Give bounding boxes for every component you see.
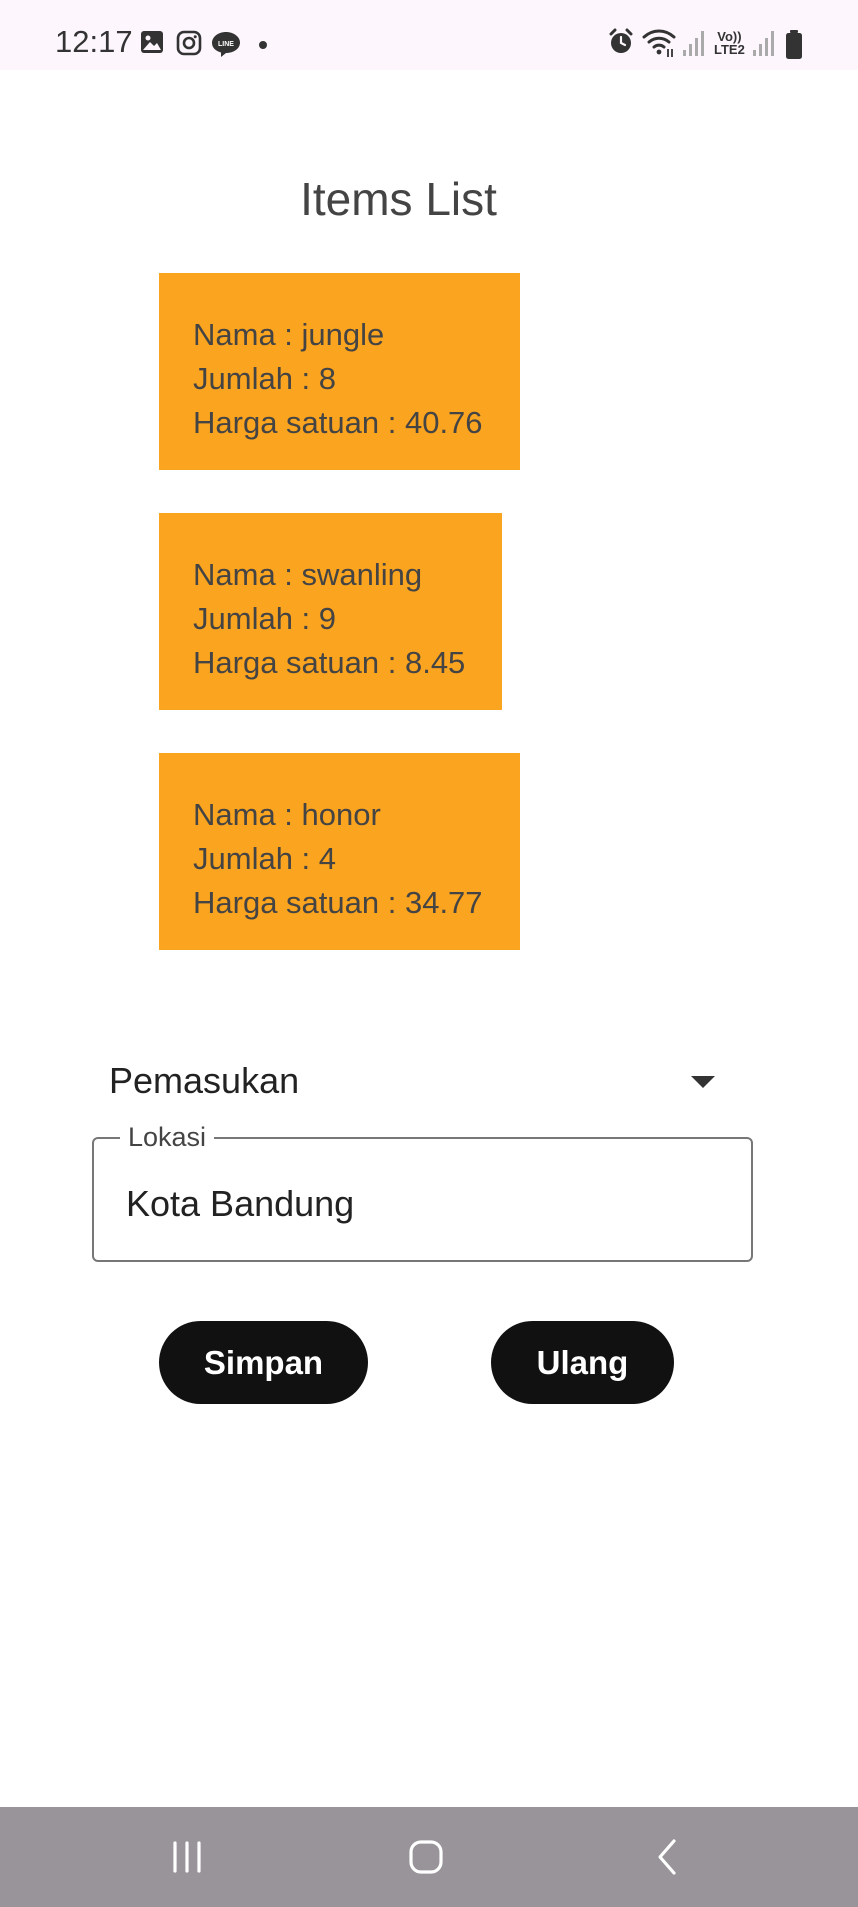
dropdown-arrow-icon [691,1076,715,1088]
line-icon: LINE [212,32,240,57]
category-selected-value: Pemasukan [109,1060,300,1101]
wifi-icon [642,29,676,57]
back-icon[interactable] [648,1837,688,1877]
signal-icon [753,31,774,56]
item-price: Harga satuan : 34.77 [193,885,483,920]
instagram-icon [176,30,202,56]
item-name: Nama : swanling [193,557,423,592]
volte-line2: LTE2 [714,42,745,57]
recent-apps-icon[interactable] [167,1837,207,1877]
category-dropdown[interactable]: Pemasukan [92,1050,732,1120]
status-time: 12:17 [55,24,133,59]
home-icon[interactable] [406,1837,446,1877]
item-quantity: Jumlah : 4 [193,841,337,876]
svg-text:LINE: LINE [218,41,234,48]
item-name: Nama : honor [193,797,381,832]
item-card: Nama : jungle Jumlah : 8 Harga satuan : … [159,273,520,470]
gallery-icon [141,31,163,53]
item-name: Nama : jungle [193,317,385,352]
location-input[interactable] [126,1183,726,1225]
dot-icon [259,41,267,49]
location-label: Lokasi [120,1122,215,1153]
item-price: Harga satuan : 8.45 [193,645,466,680]
navigation-bar [0,1807,858,1907]
status-bar: 12:17 LINE Vo)) LTE2 [0,0,858,70]
signal-icon [683,31,704,56]
page-title: Items List [300,173,497,225]
item-quantity: Jumlah : 9 [193,601,337,636]
volte-icon: Vo)) LTE2 [714,30,745,56]
item-card: Nama : honor Jumlah : 4 Harga satuan : 3… [159,753,520,950]
save-button[interactable]: Simpan [159,1321,368,1404]
location-field[interactable]: Lokasi [92,1122,753,1262]
item-card: Nama : swanling Jumlah : 9 Harga satuan … [159,513,502,710]
alarm-icon [609,28,633,53]
item-price: Harga satuan : 40.76 [193,405,483,440]
item-quantity: Jumlah : 8 [193,361,337,396]
battery-icon [786,30,802,59]
reset-button[interactable]: Ulang [491,1321,674,1404]
